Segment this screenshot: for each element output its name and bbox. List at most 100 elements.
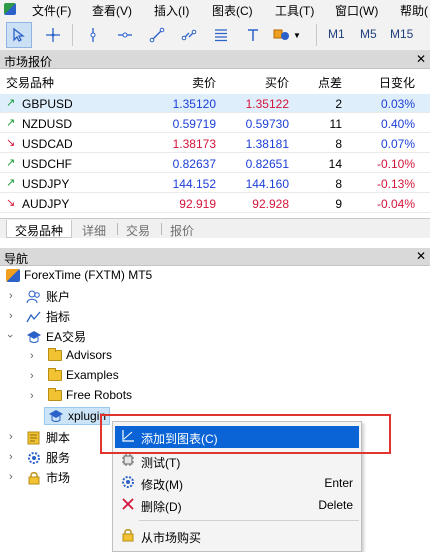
chevron-right-icon[interactable]: › (9, 310, 13, 322)
trendline-button[interactable] (144, 22, 170, 48)
tab-ticks[interactable]: 报价 (162, 220, 202, 238)
tree-item-indicators[interactable]: 指标 (26, 308, 70, 325)
spread-cell: 11 (329, 117, 342, 131)
trendline-icon (149, 27, 165, 43)
channel-button[interactable] (176, 22, 202, 48)
menu-window[interactable]: 窗口(W) (335, 2, 378, 19)
daily-change-cell: -0.04% (376, 197, 415, 211)
lock-icon (28, 471, 40, 484)
channel-icon (181, 29, 197, 41)
tree-root-broker[interactable]: ForexTime (FXTM) MT5 (6, 268, 152, 282)
vertical-line-icon (90, 28, 96, 42)
chevron-right-icon[interactable]: › (30, 350, 34, 362)
menu-item-modify[interactable]: 修改(M) Enter (115, 472, 359, 494)
column-header-bid[interactable]: 卖价 (192, 74, 216, 91)
ask-cell: 144.160 (245, 177, 289, 191)
expert-advisor-icon (49, 410, 63, 422)
tree-item-scripts[interactable]: 脚本 (26, 429, 70, 446)
table-row[interactable]: ↘ AUDJPY 92.919 92.928 9 -0.04% (0, 194, 430, 213)
tree-item-accounts[interactable]: 账户 (26, 288, 70, 305)
tree-item-label: EA交易 (46, 330, 87, 344)
menu-item-label: 删除(D) (141, 500, 182, 514)
indicators-icon (26, 311, 41, 322)
text-tool-button[interactable] (240, 22, 266, 48)
shapes-dropdown-button[interactable]: ▼ (270, 22, 310, 48)
arrow-down-icon: ↘ (6, 197, 16, 209)
horizontal-line-icon (118, 32, 132, 38)
chevron-down-icon[interactable]: › (4, 334, 16, 338)
tree-root-label: ForexTime (FXTM) MT5 (24, 268, 153, 282)
menu-item-buy-from-market[interactable]: 从市场购买 (115, 525, 359, 547)
tab-trading[interactable]: 交易 (118, 220, 158, 238)
cursor-tool-button[interactable] (6, 22, 32, 48)
tab-details[interactable]: 详细 (74, 220, 114, 238)
test-icon (122, 454, 134, 466)
table-row[interactable]: ↗ USDJPY 144.152 144.160 8 -0.13% (0, 174, 430, 193)
chevron-right-icon[interactable]: › (30, 370, 34, 382)
menu-item-label: 修改(M) (141, 478, 183, 492)
navigator-title: 导航 (4, 252, 29, 266)
highlight-annotation-box (100, 414, 391, 454)
ask-cell: 1.38181 (245, 137, 289, 151)
menu-item-shortcut: Enter (324, 476, 353, 490)
column-header-ask[interactable]: 买价 (265, 74, 289, 91)
column-header-symbol[interactable]: 交易品种 (6, 74, 54, 91)
close-icon[interactable]: ✕ (416, 249, 426, 263)
menu-view[interactable]: 查看(V) (92, 2, 132, 19)
folder-icon (48, 347, 62, 361)
menu-insert[interactable]: 插入(I) (154, 2, 189, 19)
folder-icon (48, 387, 62, 401)
bid-cell: 1.35120 (172, 97, 216, 111)
fibonacci-button[interactable] (208, 22, 234, 48)
chevron-right-icon[interactable]: › (9, 451, 13, 463)
tab-symbols[interactable]: 交易品种 (6, 220, 73, 238)
tree-item-market[interactable]: 市场 (26, 469, 70, 486)
chevron-right-icon[interactable]: › (30, 390, 34, 402)
text-icon (248, 29, 258, 41)
tree-folder-advisors[interactable]: Advisors (48, 347, 112, 362)
lock-icon (122, 529, 134, 542)
tree-folder-examples[interactable]: Examples (48, 367, 119, 382)
tree-item-expert-advisors[interactable]: EA交易 (26, 328, 86, 345)
toolbar: ▼ M1 M5 M15 (0, 18, 430, 51)
symbol-cell: NZDUSD (22, 117, 72, 131)
tree-item-services[interactable]: 服务 (26, 449, 70, 466)
chevron-right-icon[interactable]: › (9, 431, 13, 443)
timeframe-m1[interactable]: M1 (328, 27, 345, 41)
column-header-spread[interactable]: 点差 (318, 74, 342, 91)
chevron-right-icon[interactable]: › (9, 290, 13, 302)
table-row[interactable]: ↗ USDCHF 0.82637 0.82651 14 -0.10% (0, 154, 430, 173)
timeframe-m15[interactable]: M15 (390, 27, 413, 41)
tree-folder-free-robots[interactable]: Free Robots (48, 387, 132, 402)
arrow-up-icon: ↗ (6, 177, 16, 189)
vertical-line-button[interactable] (80, 22, 106, 48)
close-icon[interactable]: ✕ (416, 52, 426, 66)
toolbar-separator (72, 24, 73, 46)
menu-charts[interactable]: 图表(C) (212, 2, 253, 19)
navigator-header: 导航 ✕ (0, 248, 430, 266)
market-watch-table: 交易品种 卖价 买价 点差 日变化 ↗ GBPUSD 1.35120 1.35122 2… (0, 70, 430, 218)
symbol-cell: USDCHF (22, 157, 72, 171)
menu-separator (139, 520, 359, 521)
symbol-cell: USDJPY (22, 177, 70, 191)
timeframe-m5[interactable]: M5 (360, 27, 377, 41)
horizontal-line-button[interactable] (112, 22, 138, 48)
tree-item-label: 指标 (46, 310, 71, 324)
column-header-daily-change[interactable]: 日变化 (379, 74, 415, 91)
daily-change-cell: -0.13% (376, 177, 415, 191)
menu-file[interactable]: 文件(F) (32, 2, 71, 19)
table-row[interactable]: ↗ NZDUSD 0.59719 0.59730 11 0.40% (0, 114, 430, 133)
daily-change-cell: 0.40% (380, 117, 415, 131)
menu-help[interactable]: 帮助( (400, 2, 428, 19)
table-row[interactable]: ↘ USDCAD 1.38173 1.38181 8 0.07% (0, 134, 430, 153)
spread-cell: 8 (335, 137, 342, 151)
app-logo-icon (4, 3, 16, 15)
crosshair-button[interactable] (40, 22, 66, 48)
menu-item-delete[interactable]: 删除(D) Delete (115, 494, 359, 516)
menu-tools[interactable]: 工具(T) (275, 2, 314, 19)
market-watch-header: 市场报价 ✕ (0, 51, 430, 69)
table-row[interactable]: ↗ GBPUSD 1.35120 1.35122 2 0.03% (0, 94, 430, 113)
chevron-right-icon[interactable]: › (9, 471, 13, 483)
bid-cell: 0.82637 (172, 157, 216, 171)
market-watch-title: 市场报价 (4, 55, 53, 69)
